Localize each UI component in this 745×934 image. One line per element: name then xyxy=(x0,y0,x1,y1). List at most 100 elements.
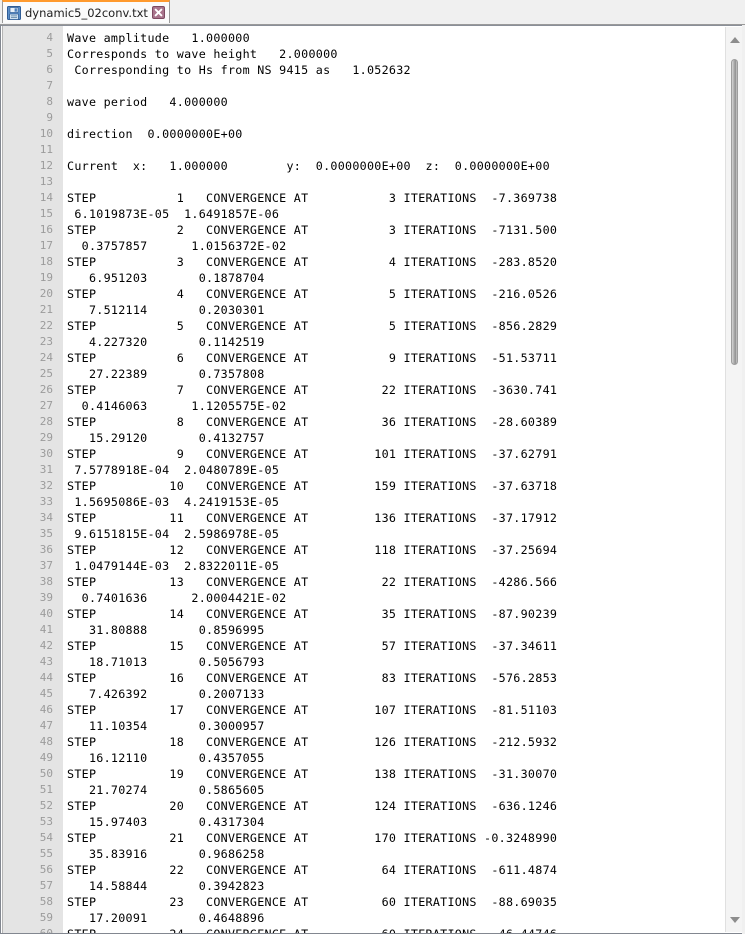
code-line[interactable]: 34 STEP 11 CONVERGENCE AT 136 ITERATIONS … xyxy=(1,510,723,526)
code-line[interactable]: 48 STEP 18 CONVERGENCE AT 126 ITERATIONS … xyxy=(1,734,723,750)
code-line[interactable]: 46 STEP 17 CONVERGENCE AT 107 ITERATIONS … xyxy=(1,702,723,718)
code-line[interactable]: 9 xyxy=(1,110,723,126)
code-line[interactable]: 36 STEP 12 CONVERGENCE AT 118 ITERATIONS … xyxy=(1,542,723,558)
code-line[interactable]: 55 35.83916 0.9686258 xyxy=(1,846,723,862)
line-text: 16.12110 0.4357055 xyxy=(67,751,265,765)
line-text: 27.22389 0.7357808 xyxy=(67,367,265,381)
line-number: 6 xyxy=(46,63,53,76)
scroll-down-arrow[interactable] xyxy=(726,911,743,928)
code-line[interactable]: 54 STEP 21 CONVERGENCE AT 170 ITERATIONS … xyxy=(1,830,723,846)
line-text: 7.426392 0.2007133 xyxy=(67,687,265,701)
code-line[interactable]: 35 9.6151815E-04 2.5986978E-05 xyxy=(1,526,723,542)
line-number: 34 xyxy=(39,511,53,524)
code-line[interactable]: 5 Corresponds to wave height 2.000000 xyxy=(1,46,723,62)
line-number: 31 xyxy=(39,463,53,476)
code-line[interactable]: 4 Wave amplitude 1.000000 xyxy=(1,30,723,46)
line-number: 9 xyxy=(46,111,53,124)
code-line[interactable]: 8 wave period 4.000000 xyxy=(1,94,723,110)
scroll-up-arrow[interactable] xyxy=(726,31,743,48)
code-line[interactable]: 45 7.426392 0.2007133 xyxy=(1,686,723,702)
code-line[interactable]: 15 6.1019873E-05 1.6491857E-06 xyxy=(1,206,723,222)
line-text: STEP 19 CONVERGENCE AT 138 ITERATIONS -3… xyxy=(67,767,558,781)
text-editor-pane: 4 Wave amplitude 1.000000 5 Corresponds to … xyxy=(0,24,745,934)
code-line[interactable]: 38 STEP 13 CONVERGENCE AT 22 ITERATIONS -… xyxy=(1,574,723,590)
code-line[interactable]: 19 6.951203 0.1878704 xyxy=(1,270,723,286)
code-line[interactable]: 26 STEP 7 CONVERGENCE AT 22 ITERATIONS -3… xyxy=(1,382,723,398)
code-line[interactable]: 33 1.5695086E-03 4.2419153E-05 xyxy=(1,494,723,510)
close-icon[interactable] xyxy=(151,6,165,19)
line-number: 40 xyxy=(39,607,53,620)
code-line[interactable]: 32 STEP 10 CONVERGENCE AT 159 ITERATIONS … xyxy=(1,478,723,494)
code-line[interactable]: 28 STEP 8 CONVERGENCE AT 36 ITERATIONS -2… xyxy=(1,414,723,430)
code-line[interactable]: 37 1.0479144E-03 2.8322011E-05 xyxy=(1,558,723,574)
code-line[interactable]: 43 18.71013 0.5056793 xyxy=(1,654,723,670)
editor-viewport[interactable]: 4 Wave amplitude 1.000000 5 Corresponds to … xyxy=(1,26,744,933)
line-number: 11 xyxy=(39,143,53,156)
code-line[interactable]: 59 17.20091 0.4648896 xyxy=(1,910,723,926)
line-number: 25 xyxy=(39,367,53,380)
code-line[interactable]: 13 xyxy=(1,174,723,190)
line-number: 23 xyxy=(39,335,53,348)
line-number: 44 xyxy=(39,671,53,684)
line-number: 22 xyxy=(39,319,53,332)
line-text: wave period 4.000000 xyxy=(67,95,228,109)
line-number: 54 xyxy=(39,831,53,844)
line-number: 18 xyxy=(39,255,53,268)
code-line[interactable]: 6 Corresponding to Hs from NS 9415 as 1.… xyxy=(1,62,723,78)
code-line[interactable]: 60 STEP 24 CONVERGENCE AT 60 ITERATIONS -… xyxy=(1,926,723,933)
code-line[interactable]: 27 0.4146063 1.1205575E-02 xyxy=(1,398,723,414)
code-line[interactable]: 51 21.70274 0.5865605 xyxy=(1,782,723,798)
code-line[interactable]: 20 STEP 4 CONVERGENCE AT 5 ITERATIONS -21… xyxy=(1,286,723,302)
code-line[interactable]: 57 14.58844 0.3942823 xyxy=(1,878,723,894)
floppy-disk-icon xyxy=(7,5,21,20)
code-line[interactable]: 18 STEP 3 CONVERGENCE AT 4 ITERATIONS -28… xyxy=(1,254,723,270)
code-line[interactable]: 10 direction 0.0000000E+00 xyxy=(1,126,723,142)
code-line[interactable]: 11 xyxy=(1,142,723,158)
code-line[interactable]: 50 STEP 19 CONVERGENCE AT 138 ITERATIONS … xyxy=(1,766,723,782)
code-line[interactable]: 52 STEP 20 CONVERGENCE AT 124 ITERATIONS … xyxy=(1,798,723,814)
code-line[interactable]: 29 15.29120 0.4132757 xyxy=(1,430,723,446)
code-line[interactable]: 31 7.5778918E-04 2.0480789E-05 xyxy=(1,462,723,478)
code-area[interactable]: 4 Wave amplitude 1.000000 5 Corresponds to … xyxy=(1,26,723,933)
code-line[interactable]: 53 15.97403 0.4317304 xyxy=(1,814,723,830)
line-text: 0.4146063 1.1205575E-02 xyxy=(67,399,287,413)
code-line[interactable]: 23 4.227320 0.1142519 xyxy=(1,334,723,350)
vertical-scrollbar[interactable] xyxy=(725,27,743,932)
line-text: 18.71013 0.5056793 xyxy=(67,655,265,669)
code-line[interactable]: 49 16.12110 0.4357055 xyxy=(1,750,723,766)
line-text: 17.20091 0.4648896 xyxy=(67,911,265,925)
line-number: 58 xyxy=(39,895,53,908)
code-line[interactable]: 40 STEP 14 CONVERGENCE AT 35 ITERATIONS -… xyxy=(1,606,723,622)
line-number: 24 xyxy=(39,351,53,364)
line-text: 6.1019873E-05 1.6491857E-06 xyxy=(67,207,280,221)
tab-dynamic5-02conv[interactable]: dynamic5_02conv.txt xyxy=(2,0,170,23)
code-line[interactable]: 39 0.7401636 2.0004421E-02 xyxy=(1,590,723,606)
code-line[interactable]: 21 7.512114 0.2030301 xyxy=(1,302,723,318)
scroll-thumb[interactable] xyxy=(731,59,738,365)
code-line[interactable]: 42 STEP 15 CONVERGENCE AT 57 ITERATIONS -… xyxy=(1,638,723,654)
code-line[interactable]: 16 STEP 2 CONVERGENCE AT 3 ITERATIONS -71… xyxy=(1,222,723,238)
line-number: 49 xyxy=(39,751,53,764)
line-text: 0.3757857 1.0156372E-02 xyxy=(67,239,287,253)
line-number: 51 xyxy=(39,783,53,796)
code-line[interactable]: 47 11.10354 0.3000957 xyxy=(1,718,723,734)
line-text: 1.5695086E-03 4.2419153E-05 xyxy=(67,495,280,509)
code-line[interactable]: 12 Current x: 1.000000 y: 0.0000000E+00 z… xyxy=(1,158,723,174)
code-line[interactable]: 44 STEP 16 CONVERGENCE AT 83 ITERATIONS -… xyxy=(1,670,723,686)
code-line[interactable]: 24 STEP 6 CONVERGENCE AT 9 ITERATIONS -51… xyxy=(1,350,723,366)
code-line[interactable]: 7 xyxy=(1,78,723,94)
line-number: 41 xyxy=(39,623,53,636)
line-number: 55 xyxy=(39,847,53,860)
line-text: 9.6151815E-04 2.5986978E-05 xyxy=(67,527,280,541)
code-line[interactable]: 58 STEP 23 CONVERGENCE AT 60 ITERATIONS -… xyxy=(1,894,723,910)
line-text: Current x: 1.000000 y: 0.0000000E+00 z: … xyxy=(67,159,550,173)
code-line[interactable]: 56 STEP 22 CONVERGENCE AT 64 ITERATIONS -… xyxy=(1,862,723,878)
code-line[interactable]: 41 31.80888 0.8596995 xyxy=(1,622,723,638)
line-number: 42 xyxy=(39,639,53,652)
code-line[interactable]: 22 STEP 5 CONVERGENCE AT 5 ITERATIONS -85… xyxy=(1,318,723,334)
line-number: 48 xyxy=(39,735,53,748)
code-line[interactable]: 30 STEP 9 CONVERGENCE AT 101 ITERATIONS -… xyxy=(1,446,723,462)
code-line[interactable]: 14 STEP 1 CONVERGENCE AT 3 ITERATIONS -7.… xyxy=(1,190,723,206)
code-line[interactable]: 25 27.22389 0.7357808 xyxy=(1,366,723,382)
code-line[interactable]: 17 0.3757857 1.0156372E-02 xyxy=(1,238,723,254)
